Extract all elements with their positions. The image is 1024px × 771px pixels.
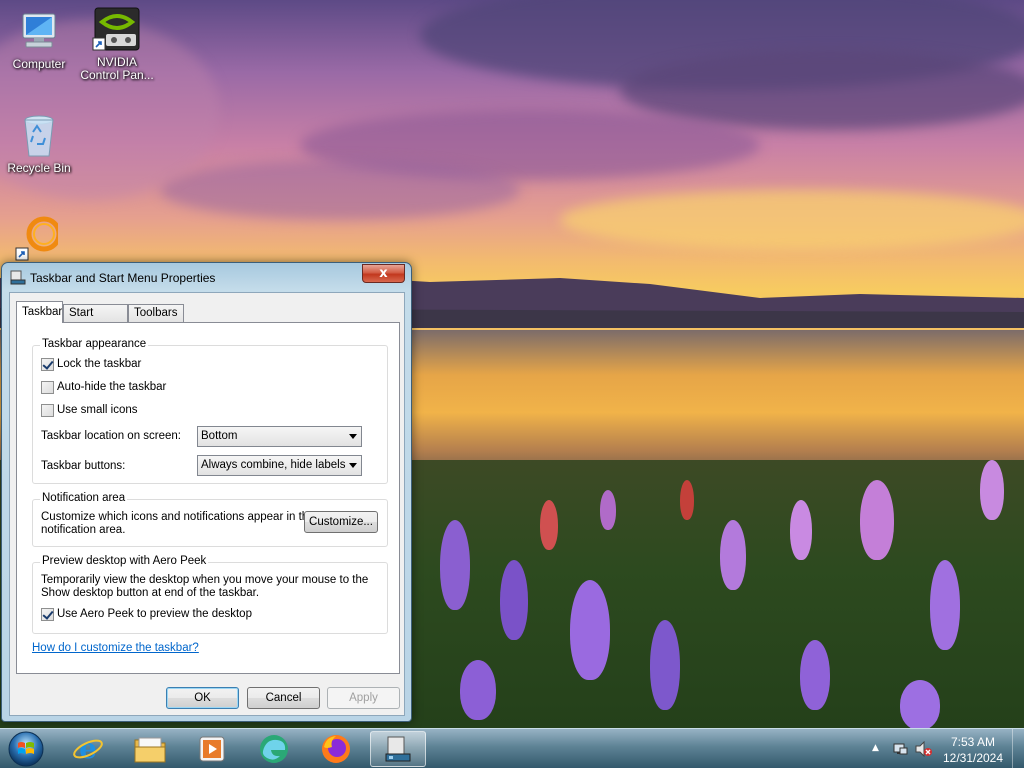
notification-text-1: Customize which icons and notifications … <box>41 511 315 523</box>
recycle-bin-icon <box>24 115 54 157</box>
small-icons-checkbox[interactable]: Use small icons <box>41 402 138 418</box>
apply-button[interactable]: Apply <box>327 687 400 709</box>
computer-icon <box>22 13 56 48</box>
aero-peek-checkbox[interactable]: Use Aero Peek to preview the desktop <box>41 606 252 622</box>
group-aero-peek: Preview desktop with Aero Peek Temporari… <box>32 555 388 634</box>
taskbar-internet-explorer[interactable]: e <box>60 731 116 767</box>
checkbox-label: Lock the taskbar <box>57 358 142 370</box>
show-hidden-icons-button[interactable]: ▲ <box>872 743 879 753</box>
lock-taskbar-checkbox[interactable]: Lock the taskbar <box>41 356 141 372</box>
desktop-icon-computer[interactable]: Computer <box>0 10 78 71</box>
chevron-down-icon <box>349 463 357 468</box>
tab-toolbars[interactable]: Toolbars <box>128 304 184 322</box>
taskbar-location-dropdown[interactable]: Bottom <box>197 426 362 447</box>
volume-muted-icon[interactable] <box>915 741 933 757</box>
taskbar-buttons-dropdown[interactable]: Always combine, hide labels <box>197 455 362 476</box>
dialog-title: Taskbar and Start Menu Properties <box>30 271 216 285</box>
auto-hide-checkbox[interactable]: Auto-hide the taskbar <box>41 379 166 395</box>
cancel-button[interactable]: Cancel <box>247 687 320 709</box>
start-button[interactable] <box>6 730 46 768</box>
svg-text:e: e <box>79 733 97 765</box>
tab-taskbar[interactable]: Taskbar <box>16 301 63 323</box>
taskbar-edge[interactable] <box>246 731 302 767</box>
taskbar-properties-icon <box>10 270 26 285</box>
checkbox-label: Auto-hide the taskbar <box>57 381 167 393</box>
media-player-icon <box>199 736 225 762</box>
peek-text-2: Show desktop button at end of the taskba… <box>41 587 260 599</box>
tab-start-menu[interactable]: Start Menu <box>63 304 128 335</box>
clock-date: 12/31/2024 <box>942 751 1004 765</box>
show-desktop-button[interactable] <box>1012 729 1024 769</box>
location-label: Taskbar location on screen: <box>41 430 181 442</box>
dropdown-value: Bottom <box>201 430 238 442</box>
ring-shortcut-icon <box>15 216 58 261</box>
ok-button[interactable]: OK <box>166 687 239 709</box>
checkbox-box[interactable] <box>41 380 54 394</box>
desktop-icon-shortcut[interactable] <box>8 214 58 264</box>
internet-explorer-icon: e <box>73 733 103 765</box>
group-title-notification: Notification area <box>40 492 128 504</box>
help-link[interactable]: How do I customize the taskbar? <box>32 642 199 654</box>
network-icon[interactable] <box>892 741 908 757</box>
taskbar-properties-dialog: Taskbar and Start Menu Properties x Task… <box>1 262 412 722</box>
taskbar-tab-panel: Taskbar appearance Lock the taskbar Auto… <box>16 322 400 674</box>
peek-text-1: Temporarily view the desktop when you mo… <box>41 574 369 586</box>
taskbar: e ▲ 7:53 AM 12/31/2024 <box>0 728 1024 769</box>
clock-time: 7:53 AM <box>950 735 996 749</box>
windows-logo-icon <box>8 731 44 767</box>
taskbar-properties-window[interactable] <box>370 731 426 767</box>
group-taskbar-appearance: Taskbar appearance Lock the taskbar Auto… <box>32 338 388 484</box>
desktop-icon-nvidia[interactable]: NVIDIA Control Pan... <box>78 6 156 82</box>
desktop-icon-label: Recycle Bin <box>7 161 71 175</box>
customize-button[interactable]: Customize... <box>304 511 378 533</box>
desktop-icon-recycle-bin[interactable]: Recycle Bin <box>0 112 78 175</box>
buttons-label: Taskbar buttons: <box>41 460 126 472</box>
taskbar-firefox[interactable] <box>308 731 364 767</box>
firefox-icon <box>322 735 350 763</box>
nvidia-icon <box>92 7 140 51</box>
group-notification-area: Notification area Customize which icons … <box>32 492 388 547</box>
group-title-appearance: Taskbar appearance <box>40 338 149 350</box>
file-explorer-icon <box>134 737 166 763</box>
checkbox-box[interactable] <box>41 403 54 417</box>
dialog-client-area: Taskbar Start Menu Toolbars Taskbar appe… <box>9 292 405 716</box>
group-title-peek: Preview desktop with Aero Peek <box>40 555 209 567</box>
notification-text-2: notification area. <box>41 524 126 536</box>
chevron-down-icon <box>349 434 357 439</box>
taskbar-media-player[interactable] <box>184 731 240 767</box>
system-clock[interactable]: 7:53 AM 12/31/2024 <box>936 734 1010 766</box>
dialog-titlebar[interactable]: Taskbar and Start Menu Properties x <box>2 263 411 291</box>
checkbox-box[interactable] <box>41 607 54 621</box>
checkbox-box[interactable] <box>41 357 54 371</box>
close-button[interactable]: x <box>362 264 405 283</box>
checkbox-label: Use Aero Peek to preview the desktop <box>57 608 252 620</box>
close-icon: x <box>379 266 388 281</box>
taskbar-properties-icon <box>385 736 411 762</box>
taskbar-file-explorer[interactable] <box>122 731 178 767</box>
desktop-icon-label: Computer <box>12 57 66 71</box>
dropdown-value: Always combine, hide labels <box>201 459 346 471</box>
desktop-icon-label-2: Control Pan... <box>80 68 154 82</box>
edge-icon <box>260 735 288 763</box>
checkbox-label: Use small icons <box>57 404 138 416</box>
